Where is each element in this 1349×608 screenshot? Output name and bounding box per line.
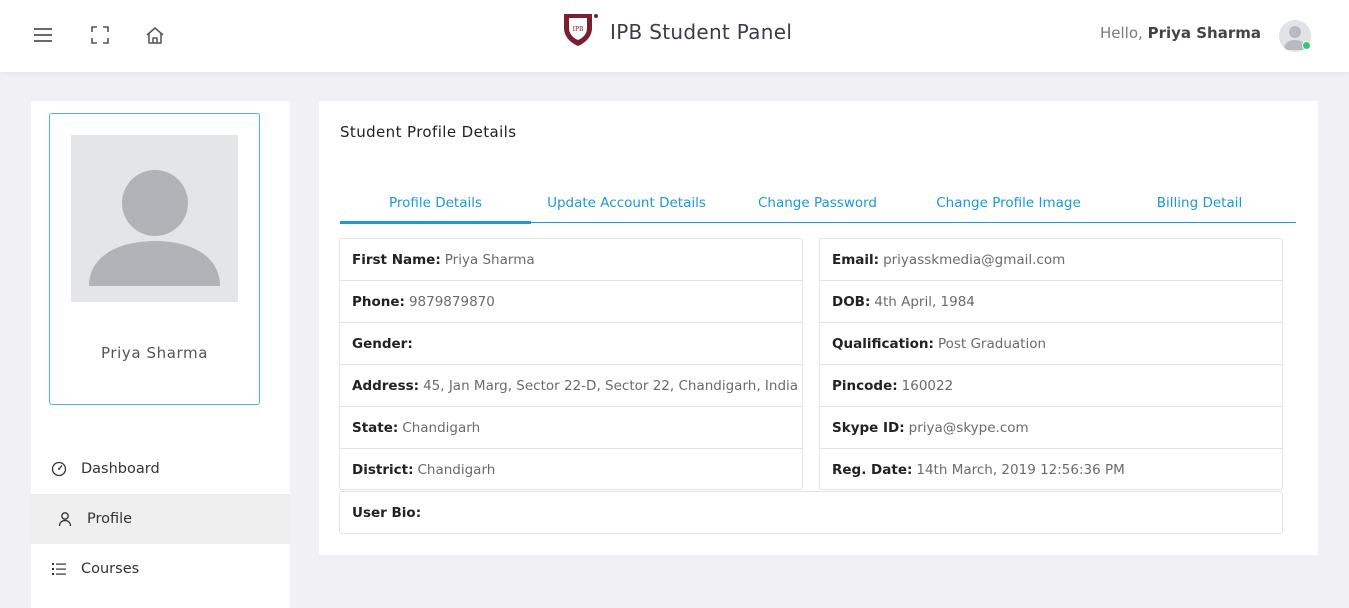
- top-header: IPB IPB Student Panel Hello, Priya Sharm…: [0, 0, 1349, 72]
- sidebar-item-label: Courses: [81, 561, 140, 577]
- detail-value: priya@skype.com: [908, 419, 1029, 436]
- detail-value: Chandigarh: [402, 419, 481, 436]
- online-status-dot: [1302, 41, 1311, 50]
- sidebar-item-dashboard[interactable]: Dashboard: [31, 444, 290, 494]
- menu-icon[interactable]: [30, 22, 56, 48]
- detail-value: Post Graduation: [937, 335, 1047, 352]
- detail-value: 9879879870: [408, 293, 495, 310]
- detail-label: Gender:: [352, 335, 413, 352]
- sidebar-item-profile[interactable]: Profile: [31, 494, 290, 544]
- tab-update-account-details[interactable]: Update Account Details: [531, 191, 722, 222]
- greeting-prefix: Hello,: [1100, 24, 1143, 42]
- detail-row-dob: DOB: 4th April, 1984: [820, 281, 1282, 323]
- detail-label: Pincode:: [832, 377, 898, 394]
- detail-label: Email:: [832, 251, 880, 268]
- detail-value: 45, Jan Marg, Sector 22-D, Sector 22, Ch…: [423, 377, 799, 394]
- sidebar-item-label: Dashboard: [81, 461, 160, 477]
- detail-row-skype-id: Skype ID: priya@skype.com: [820, 407, 1282, 449]
- right-details-table: Email: priyasskmedia@gmail.com DOB: 4th …: [819, 238, 1283, 490]
- detail-row-reg-date: Reg. Date: 14th March, 2019 12:56:36 PM: [820, 449, 1282, 491]
- profile-placeholder-icon: [71, 135, 238, 302]
- detail-label: Skype ID:: [832, 419, 905, 436]
- profile-name: Priya Sharma: [100, 344, 209, 362]
- user-icon: [57, 511, 73, 527]
- logo-text: IPB: [573, 26, 584, 33]
- detail-label: Address:: [352, 377, 420, 394]
- profile-card: Priya Sharma: [49, 113, 260, 405]
- detail-label: User Bio:: [352, 504, 422, 521]
- detail-row-state: State: Chandigarh: [340, 407, 802, 449]
- detail-row-qualification: Qualification: Post Graduation: [820, 323, 1282, 365]
- app-title: IPB Student Panel: [610, 20, 793, 44]
- detail-label: Reg. Date:: [832, 462, 913, 478]
- brand[interactable]: IPB IPB Student Panel: [560, 14, 792, 50]
- sidebar-item-courses[interactable]: Courses: [31, 544, 290, 594]
- detail-label: Qualification:: [832, 335, 934, 352]
- main-panel: Student Profile Details Profile Details …: [319, 101, 1318, 555]
- detail-value: priyasskmedia@gmail.com: [883, 251, 1066, 268]
- tab-billing-detail[interactable]: Billing Detail: [1104, 191, 1295, 222]
- detail-label: First Name:: [352, 251, 441, 268]
- detail-row-phone: Phone: 9879879870: [340, 281, 802, 323]
- header-user-name: Priya Sharma: [1147, 24, 1261, 42]
- detail-value: Priya Sharma: [444, 251, 535, 268]
- tab-change-password[interactable]: Change Password: [722, 191, 913, 222]
- speedometer-icon: [51, 461, 67, 477]
- detail-value: Chandigarh: [417, 462, 496, 478]
- left-details-table: First Name: Priya Sharma Phone: 98798798…: [339, 238, 803, 490]
- user-greeting: Hello, Priya Sharma: [1100, 24, 1261, 42]
- detail-row-email: Email: priyasskmedia@gmail.com: [820, 239, 1282, 281]
- sidebar: Priya Sharma Dashboard Profile Courses: [31, 101, 290, 608]
- detail-value: 160022: [901, 377, 954, 394]
- detail-value: 4th April, 1984: [874, 293, 975, 310]
- detail-row-gender: Gender:: [340, 323, 802, 365]
- detail-label: District:: [352, 462, 414, 478]
- tab-profile-details[interactable]: Profile Details: [340, 191, 531, 224]
- detail-row-pincode: Pincode: 160022: [820, 365, 1282, 407]
- detail-row-district: District: Chandigarh: [340, 449, 802, 491]
- fullscreen-icon[interactable]: [87, 22, 113, 48]
- detail-value: 14th March, 2019 12:56:36 PM: [916, 462, 1125, 478]
- sidebar-item-label: Profile: [87, 511, 133, 527]
- detail-row-first-name: First Name: Priya Sharma: [340, 239, 802, 281]
- page-title: Student Profile Details: [340, 123, 517, 141]
- detail-row-address: Address: 45, Jan Marg, Sector 22-D, Sect…: [340, 365, 802, 407]
- detail-label: State:: [352, 419, 399, 436]
- home-icon[interactable]: [142, 22, 168, 48]
- ipb-logo-icon: IPB: [560, 12, 600, 52]
- sidebar-menu: Dashboard Profile Courses: [31, 444, 290, 594]
- tab-change-profile-image[interactable]: Change Profile Image: [913, 191, 1104, 222]
- user-bio-row: User Bio:: [339, 491, 1283, 534]
- detail-label: Phone:: [352, 293, 405, 310]
- list-icon: [51, 561, 67, 577]
- profile-tabs: Profile Details Update Account Details C…: [340, 191, 1296, 224]
- detail-label: DOB:: [832, 293, 871, 310]
